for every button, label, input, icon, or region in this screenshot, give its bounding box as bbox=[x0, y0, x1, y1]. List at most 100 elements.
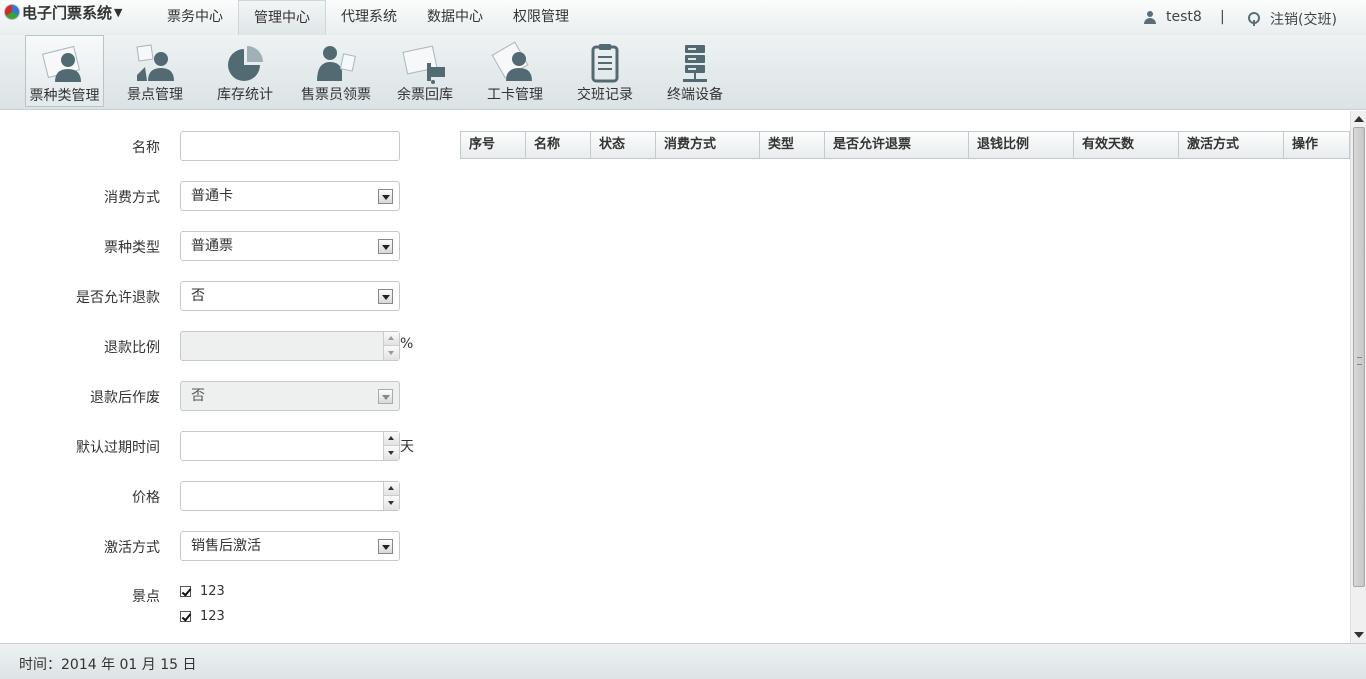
row-activation: 激活方式 销售后激活 bbox=[0, 531, 440, 561]
scenic-user-icon bbox=[131, 41, 179, 87]
spin-up-icon[interactable] bbox=[383, 432, 399, 446]
tool-inventory[interactable]: 库存统计 bbox=[210, 35, 280, 107]
column-header[interactable]: 名称 bbox=[526, 132, 591, 158]
price-spinner[interactable] bbox=[383, 482, 399, 510]
scenic-checkbox[interactable]: 123 bbox=[180, 584, 225, 599]
dropdown-arrow-icon[interactable] bbox=[378, 289, 393, 304]
menu-management-center[interactable]: 管理中心 bbox=[238, 0, 326, 35]
default-expiry-label: 默认过期时间 bbox=[76, 440, 160, 456]
column-header[interactable]: 消费方式 bbox=[656, 132, 760, 158]
clipboard-icon bbox=[581, 41, 629, 87]
dropdown-arrow-icon bbox=[378, 389, 393, 404]
tool-label: 库存统计 bbox=[217, 87, 273, 103]
server-icon bbox=[671, 41, 719, 87]
scroll-down-icon[interactable] bbox=[1354, 632, 1364, 638]
tool-work-card[interactable]: 工卡管理 bbox=[480, 35, 550, 107]
void-after-refund-value: 否 bbox=[191, 388, 205, 404]
tool-label: 终端设备 bbox=[667, 87, 723, 103]
refund-allowed-value: 否 bbox=[191, 288, 205, 304]
column-header[interactable]: 是否允许退票 bbox=[825, 132, 969, 158]
caret-down-icon: ▼ bbox=[114, 5, 123, 19]
row-name: 名称 bbox=[0, 131, 440, 161]
activation-value: 销售后激活 bbox=[191, 538, 261, 554]
dropdown-arrow-icon[interactable] bbox=[378, 539, 393, 554]
row-refund-allowed: 是否允许退款 否 bbox=[0, 281, 440, 311]
name-input[interactable] bbox=[180, 131, 400, 161]
row-price: 价格 bbox=[0, 481, 440, 511]
default-expiry-input[interactable] bbox=[180, 431, 400, 461]
void-after-refund-select: 否 bbox=[180, 381, 400, 411]
scenic-checkbox[interactable]: 123 bbox=[180, 609, 225, 624]
consume-select[interactable]: 普通卡 bbox=[180, 181, 400, 211]
default-expiry-spinner[interactable] bbox=[383, 432, 399, 460]
ticket-type-select[interactable]: 普通票 bbox=[180, 231, 400, 261]
dropdown-arrow-icon[interactable] bbox=[378, 189, 393, 204]
seller-icon bbox=[312, 41, 360, 87]
tool-return-ticket[interactable]: 余票回库 bbox=[390, 35, 460, 107]
ticket-type-table-header: 序号 名称 状态 消费方式 类型 是否允许退票 退钱比例 有效天数 激活方式 操… bbox=[460, 131, 1350, 159]
percent-suffix: % bbox=[400, 336, 414, 352]
scenic-label: 景点 bbox=[132, 589, 160, 605]
column-header[interactable]: 激活方式 bbox=[1179, 132, 1284, 158]
refund-ratio-input bbox=[180, 331, 400, 361]
tool-label: 工卡管理 bbox=[487, 87, 543, 103]
tool-terminal[interactable]: 终端设备 bbox=[660, 35, 730, 107]
app-logo-menu[interactable]: 电子门票系统 ▼ bbox=[0, 0, 122, 24]
menu-permission[interactable]: 权限管理 bbox=[498, 0, 584, 35]
row-scenic: 景点 123 123 bbox=[0, 581, 440, 631]
checkbox-checked-icon[interactable] bbox=[180, 611, 191, 622]
spin-down-icon[interactable] bbox=[383, 496, 399, 510]
spin-down-icon[interactable] bbox=[383, 446, 399, 460]
refund-ratio-spinner bbox=[383, 332, 399, 360]
pie-chart-icon bbox=[221, 41, 269, 87]
scenic-option-label: 123 bbox=[200, 609, 225, 624]
tool-ticket-type[interactable]: 票种类管理 bbox=[25, 35, 104, 107]
spin-down-icon bbox=[383, 346, 399, 360]
status-footer: 时间：2014 年 01 月 15 日 bbox=[0, 643, 1366, 679]
top-menu-bar: 电子门票系统 ▼ 票务中心 管理中心 代理系统 数据中心 权限管理 test8 … bbox=[0, 0, 1366, 35]
scenic-option-label: 123 bbox=[200, 584, 225, 599]
price-input[interactable] bbox=[180, 481, 400, 511]
column-header[interactable]: 有效天数 bbox=[1074, 132, 1179, 158]
key-icon bbox=[1248, 12, 1260, 26]
name-label: 名称 bbox=[132, 140, 160, 156]
column-header[interactable]: 序号 bbox=[461, 132, 526, 158]
dropdown-arrow-icon[interactable] bbox=[378, 239, 393, 254]
activation-label: 激活方式 bbox=[104, 540, 160, 556]
tool-label: 余票回库 bbox=[397, 87, 453, 103]
separator-text: | bbox=[1220, 9, 1225, 25]
checkbox-checked-icon[interactable] bbox=[180, 586, 191, 597]
module-toolbar: 票种类管理 景点管理 库存统计 售票员领票 余票回库 工卡管理 交班记录 终端设… bbox=[0, 35, 1366, 110]
menu-data-center[interactable]: 数据中心 bbox=[412, 0, 498, 35]
return-ticket-icon bbox=[401, 41, 449, 87]
tool-label: 票种类管理 bbox=[29, 88, 100, 104]
tool-scenic[interactable]: 景点管理 bbox=[120, 35, 190, 107]
tool-label: 售票员领票 bbox=[301, 87, 371, 103]
spin-up-icon bbox=[383, 332, 399, 346]
void-after-refund-label: 退款后作废 bbox=[90, 390, 160, 406]
menu-agent-system[interactable]: 代理系统 bbox=[326, 0, 412, 35]
user-name: test8 bbox=[1166, 9, 1202, 25]
refund-allowed-select[interactable]: 否 bbox=[180, 281, 400, 311]
column-header[interactable]: 类型 bbox=[760, 132, 825, 158]
tool-seller-receive[interactable]: 售票员领票 bbox=[297, 35, 375, 107]
tool-shift-record[interactable]: 交班记录 bbox=[570, 35, 640, 107]
column-header[interactable]: 操作 bbox=[1284, 132, 1349, 158]
tool-label: 交班记录 bbox=[577, 87, 633, 103]
main-menu: 票务中心 管理中心 代理系统 数据中心 权限管理 bbox=[152, 0, 584, 35]
vertical-scrollbar[interactable] bbox=[1350, 111, 1366, 643]
card-user-icon bbox=[491, 41, 539, 87]
row-refund-ratio: 退款比例 % bbox=[0, 331, 440, 361]
spin-up-icon[interactable] bbox=[383, 482, 399, 496]
refund-allowed-label: 是否允许退款 bbox=[76, 290, 160, 306]
user-info[interactable]: test8 bbox=[1144, 9, 1202, 25]
activation-select[interactable]: 销售后激活 bbox=[180, 531, 400, 561]
price-label: 价格 bbox=[132, 490, 160, 506]
scroll-thumb[interactable] bbox=[1353, 127, 1365, 587]
logout-link[interactable]: 注销(交班) bbox=[1248, 9, 1337, 29]
column-header[interactable]: 状态 bbox=[591, 132, 656, 158]
ticket-user-icon bbox=[41, 42, 89, 88]
scroll-up-icon[interactable] bbox=[1354, 116, 1364, 122]
menu-ticket-center[interactable]: 票务中心 bbox=[152, 0, 238, 35]
column-header[interactable]: 退钱比例 bbox=[969, 132, 1074, 158]
